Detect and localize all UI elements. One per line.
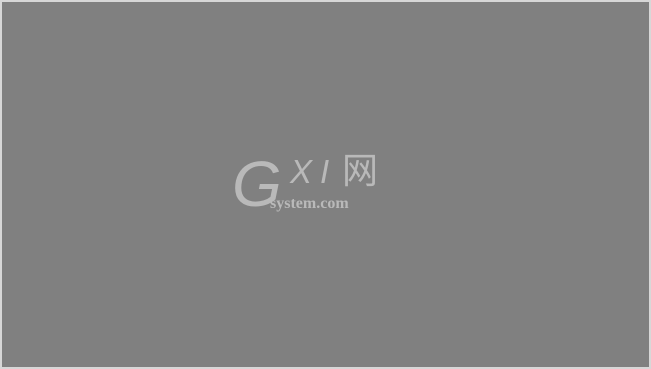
watermark-letters-xi: XI — [290, 153, 338, 190]
watermark-domain-text: system.com — [270, 195, 349, 212]
watermark-char-wang: 网 — [342, 151, 379, 192]
gxi-watermark-logo: G XI 网 system.com — [228, 145, 398, 225]
gray-placeholder-screen: G XI 网 system.com — [0, 0, 651, 369]
